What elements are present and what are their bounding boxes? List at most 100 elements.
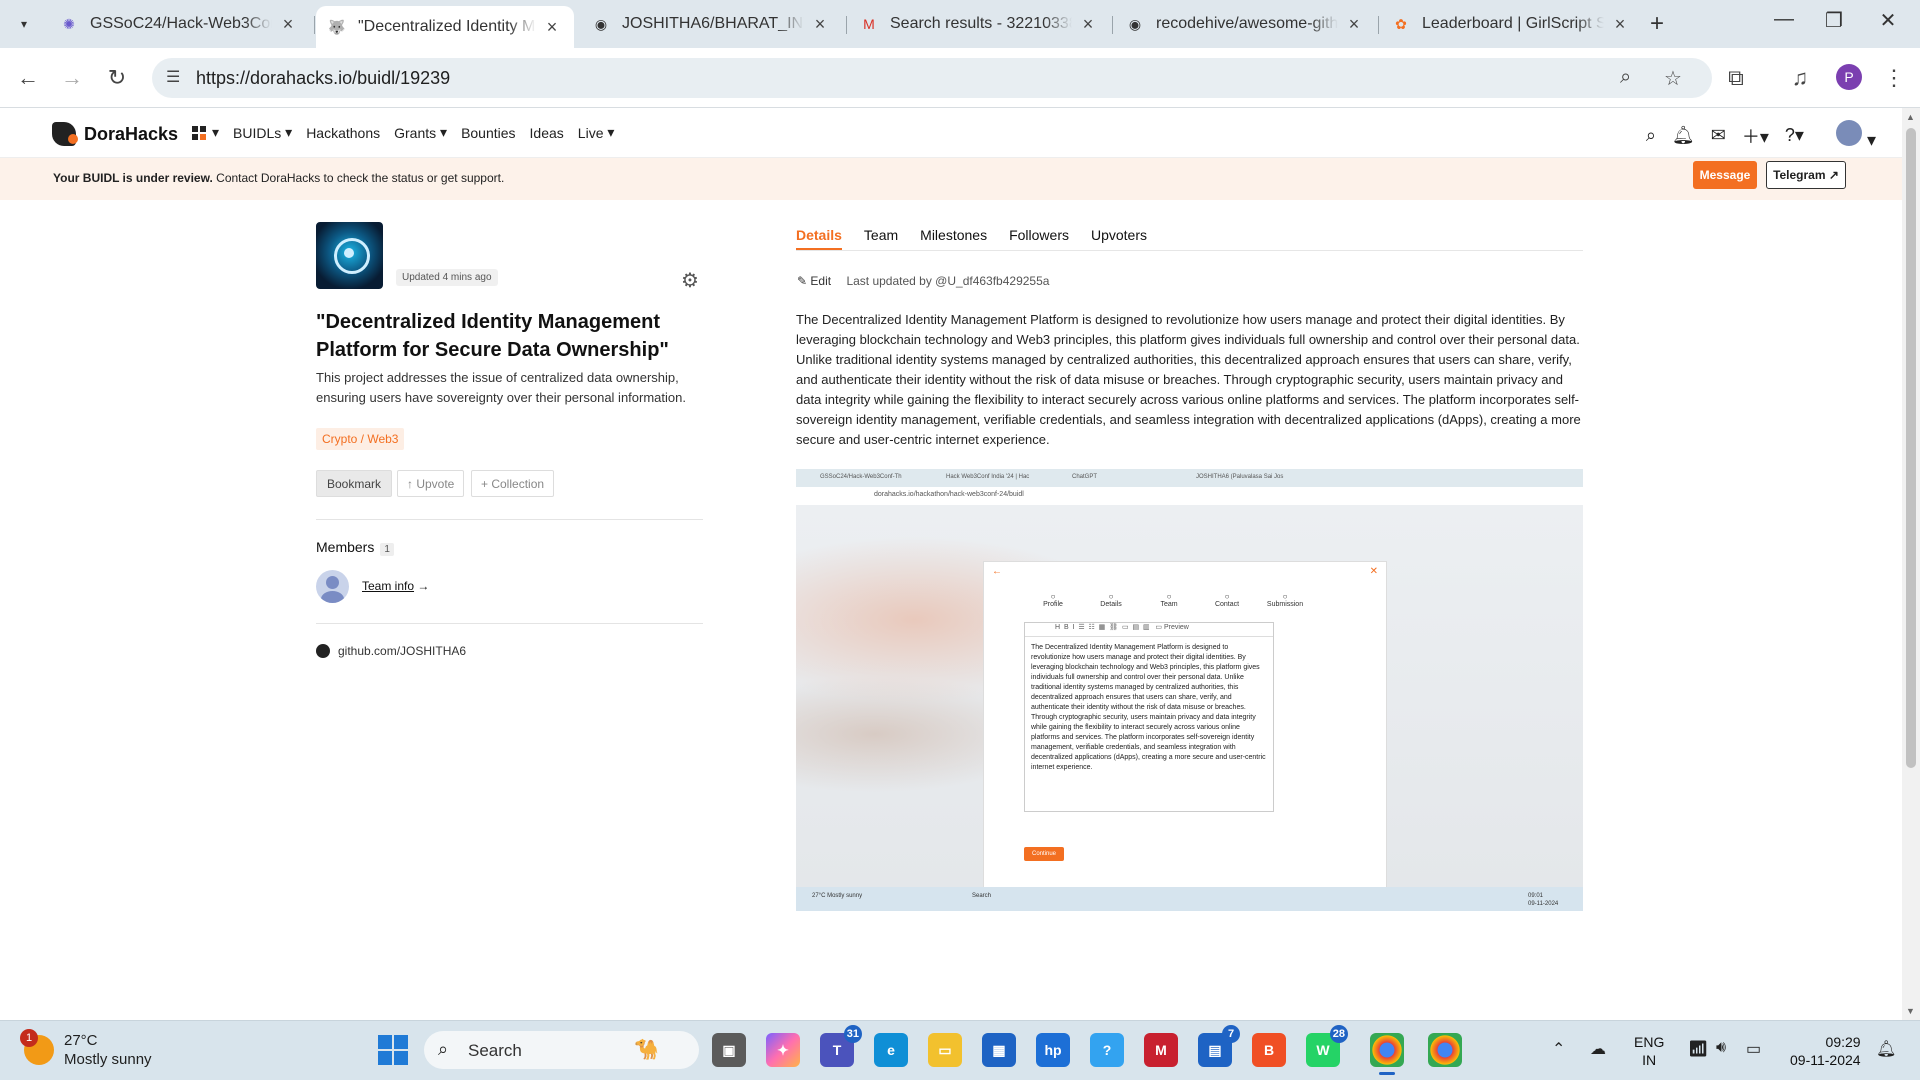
support-icon[interactable]: ? bbox=[1090, 1033, 1124, 1067]
task-view-icon[interactable]: ▣ bbox=[712, 1033, 746, 1067]
close-icon[interactable]: × bbox=[1344, 14, 1364, 35]
mcafee-icon[interactable]: M bbox=[1144, 1033, 1178, 1067]
url-text[interactable]: https://dorahacks.io/buidl/19239 bbox=[196, 68, 450, 89]
forward-icon[interactable]: → bbox=[56, 62, 88, 94]
store-app-icon[interactable]: ▤ 7 bbox=[1198, 1025, 1240, 1067]
wifi-icon[interactable]: 📶︎ bbox=[1688, 1039, 1708, 1059]
embedded-date: 09-11-2024 bbox=[1528, 901, 1559, 907]
browser-tab[interactable]: ✺ GSSoC24/Hack-Web3Conf- × bbox=[48, 6, 310, 42]
back-icon[interactable]: ← bbox=[12, 62, 44, 94]
extensions-icon[interactable]: ⧉ bbox=[1720, 62, 1752, 94]
search-icon[interactable]: ⌕ bbox=[1646, 125, 1656, 146]
help-icon[interactable]: ?▾ bbox=[1785, 125, 1804, 146]
microsoft-store-icon[interactable]: ▦ bbox=[982, 1033, 1016, 1067]
battery-icon[interactable]: ▭ bbox=[1746, 1039, 1761, 1059]
tab-followers[interactable]: Followers bbox=[1009, 227, 1069, 250]
taskbar-search[interactable]: ⌕ Search 🐪 bbox=[424, 1031, 699, 1069]
embedded-screenshot[interactable]: GSSoC24/Hack-Web3Conf-Th Hack Web3Conf I… bbox=[796, 469, 1583, 911]
chevron-up-icon[interactable]: ⌃ bbox=[1552, 1039, 1565, 1059]
address-bar[interactable]: ☰ https://dorahacks.io/buidl/19239 ⌕ ☆ bbox=[152, 58, 1712, 98]
telegram-button[interactable]: Telegram ↗ bbox=[1766, 161, 1846, 189]
review-banner: Your BUIDL is under review. Contact Dora… bbox=[0, 158, 1902, 200]
zoom-icon[interactable]: ⌕ bbox=[1620, 66, 1631, 89]
media-control-icon[interactable]: ♫ bbox=[1784, 62, 1816, 94]
store-badge: 7 bbox=[1222, 1025, 1240, 1043]
category-tag[interactable]: Crypto / Web3 bbox=[316, 428, 405, 450]
copilot-icon[interactable]: ✦ bbox=[766, 1033, 800, 1067]
tab-title: JOSHITHA6/BHARAT_INTE bbox=[622, 15, 804, 32]
page-scrollbar[interactable]: ▲ ▼ bbox=[1902, 108, 1920, 1020]
settings-gear-icon[interactable]: ⚙ bbox=[681, 268, 699, 293]
member-avatar[interactable] bbox=[316, 570, 349, 603]
dorahacks-logo[interactable]: DoraHacks bbox=[52, 122, 178, 146]
clock[interactable]: 09:29 09-11-2024 bbox=[1790, 1033, 1861, 1069]
browser-tab[interactable]: ◉ recodehive/awesome-githu × bbox=[1114, 6, 1376, 42]
cloud-icon[interactable]: ☁ bbox=[1590, 1039, 1606, 1059]
close-icon[interactable]: × bbox=[542, 17, 562, 38]
tab-team[interactable]: Team bbox=[864, 227, 898, 250]
new-tab-button[interactable]: + bbox=[1650, 10, 1664, 38]
tab-milestones[interactable]: Milestones bbox=[920, 227, 987, 250]
edge-icon[interactable]: e bbox=[874, 1033, 908, 1067]
team-info-link[interactable]: Team info → bbox=[362, 579, 429, 593]
bell-icon[interactable]: 🔔︎ bbox=[1672, 125, 1695, 146]
close-icon[interactable]: × bbox=[1610, 14, 1630, 35]
profile-avatar[interactable]: P bbox=[1836, 64, 1862, 90]
browser-tab[interactable]: ◉ JOSHITHA6/BHARAT_INTE × bbox=[580, 6, 842, 42]
close-icon[interactable]: × bbox=[278, 14, 298, 35]
myhp-icon[interactable]: hp bbox=[1036, 1033, 1070, 1067]
nav-bounties[interactable]: Bounties bbox=[461, 124, 515, 141]
close-icon[interactable]: × bbox=[1078, 14, 1098, 35]
tab-upvoters[interactable]: Upvoters bbox=[1091, 227, 1147, 250]
message-button[interactable]: Message bbox=[1693, 161, 1757, 189]
preview-label: Preview bbox=[1163, 624, 1189, 631]
nav-hackathons[interactable]: Hackathons bbox=[306, 124, 380, 141]
close-window-icon[interactable]: ✕ bbox=[1868, 8, 1908, 33]
upvote-button[interactable]: ↑ Upvote bbox=[397, 470, 465, 497]
nav-label: Ideas bbox=[529, 124, 564, 141]
github-link[interactable]: github.com/JOSHITHA6 bbox=[316, 644, 466, 658]
site-info-icon[interactable]: ☰ bbox=[166, 67, 180, 87]
language-indicator[interactable]: ENG IN bbox=[1634, 1033, 1664, 1069]
restore-icon[interactable]: ❐ bbox=[1814, 8, 1854, 33]
add-collection-button[interactable]: + Collection bbox=[471, 470, 555, 497]
whatsapp-icon[interactable]: W 28 bbox=[1306, 1025, 1348, 1067]
temperature: 27°C bbox=[64, 1032, 98, 1049]
bookmark-star-icon[interactable]: ☆ bbox=[1664, 66, 1682, 91]
minimize-icon[interactable]: — bbox=[1764, 8, 1804, 31]
bookmark-button[interactable]: Bookmark bbox=[316, 470, 393, 497]
edit-button[interactable]: ✎ Edit bbox=[797, 274, 831, 288]
nav-grants[interactable]: Grants ▾ bbox=[394, 124, 447, 141]
volume-icon[interactable]: 🔊︎ bbox=[1716, 1039, 1726, 1057]
chrome-profile-icon[interactable] bbox=[1428, 1033, 1462, 1067]
close-icon[interactable]: × bbox=[810, 14, 830, 35]
browser-tab[interactable]: M Search results - 32210338 × bbox=[848, 6, 1110, 42]
brave-icon[interactable]: B bbox=[1252, 1033, 1286, 1067]
weather-widget[interactable]: 1 27°C Mostly sunny bbox=[20, 1029, 152, 1069]
tab-details[interactable]: Details bbox=[796, 227, 842, 250]
reload-icon[interactable]: ↻ bbox=[101, 62, 133, 94]
user-menu[interactable]: ▾ bbox=[1820, 120, 1876, 151]
scrollbar-thumb[interactable] bbox=[1906, 128, 1916, 768]
browser-tab[interactable]: ✿ Leaderboard | GirlScript Su × bbox=[1380, 6, 1642, 42]
nav-label: Live bbox=[577, 124, 604, 141]
nav-label: Hackathons bbox=[306, 124, 381, 141]
scroll-down-icon[interactable]: ▼ bbox=[1906, 1006, 1915, 1016]
weather-condition: Mostly sunny bbox=[64, 1051, 152, 1068]
menu-kebab-icon[interactable]: ⋮ bbox=[1878, 62, 1910, 94]
nav-ideas[interactable]: Ideas bbox=[530, 124, 564, 141]
tab-search-chevron-icon[interactable]: ▾ bbox=[10, 10, 38, 38]
nav-buidls[interactable]: BUIDLs ▾ bbox=[233, 124, 292, 141]
apps-grid-menu[interactable]: ▾ bbox=[192, 124, 219, 141]
notification-bell-icon[interactable]: 🔔︎ bbox=[1876, 1039, 1896, 1059]
browser-tab-active[interactable]: 🐺 "Decentralized Identity Ma × bbox=[316, 6, 574, 48]
add-menu-icon[interactable]: ＋▾ bbox=[1742, 123, 1769, 149]
scroll-up-icon[interactable]: ▲ bbox=[1906, 112, 1915, 122]
start-button[interactable] bbox=[378, 1035, 408, 1065]
nav-live[interactable]: Live ▾ bbox=[578, 124, 615, 141]
file-explorer-icon[interactable]: ▭ bbox=[928, 1033, 962, 1067]
mail-icon[interactable]: ✉ bbox=[1711, 125, 1726, 146]
chrome-icon-active[interactable] bbox=[1370, 1033, 1404, 1075]
teams-icon[interactable]: T 31 bbox=[820, 1025, 862, 1067]
teams-badge: 31 bbox=[843, 1025, 862, 1043]
